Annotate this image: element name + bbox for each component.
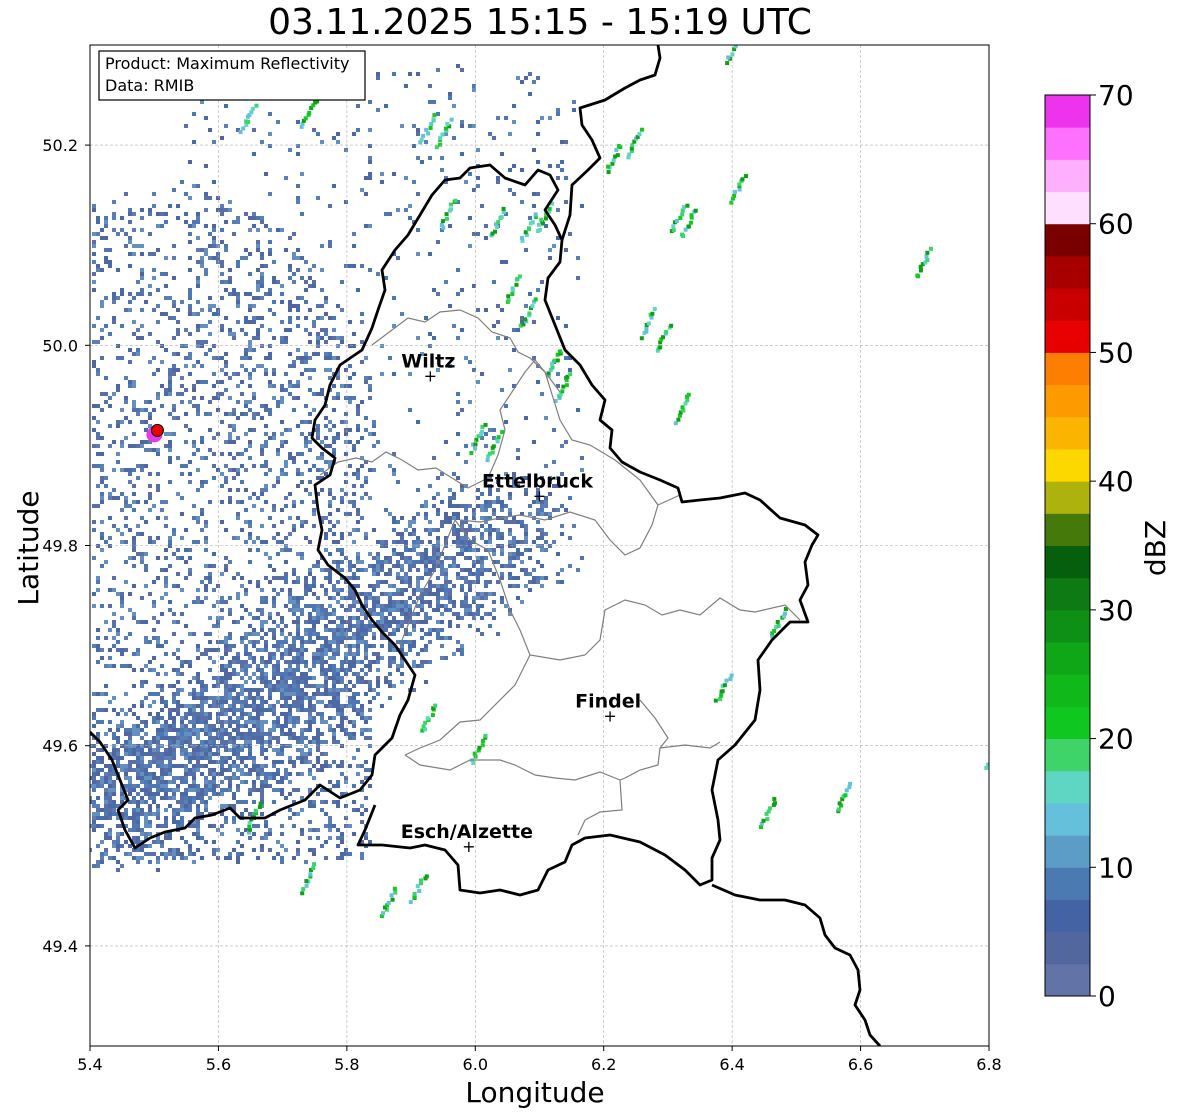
colorbar-segment [1045, 963, 1090, 997]
colorbar-segment [1045, 770, 1090, 804]
colorbar-segment [1045, 448, 1090, 482]
info-product: Product: Maximum Reflectivity [105, 54, 349, 73]
city-label: Ettelbruck [482, 470, 593, 492]
colorbar-segment [1045, 867, 1090, 900]
colorbar-tick-label: 40 [1098, 465, 1134, 498]
y-tick-label: 49.4 [42, 937, 78, 956]
colorbar-segment [1045, 931, 1090, 965]
colorbar-segment [1045, 223, 1090, 257]
colorbar-segment [1045, 159, 1090, 193]
y-tick-label: 49.6 [42, 737, 78, 756]
colorbar-segment [1045, 255, 1090, 289]
x-tick-label: 5.8 [334, 1055, 359, 1074]
x-tick-label: 6.6 [848, 1055, 873, 1074]
colorbar-segment [1045, 674, 1090, 707]
x-tick-label: 6.2 [591, 1055, 616, 1074]
colorbar-tick-label: 60 [1098, 208, 1134, 241]
y-tick-label: 49.8 [42, 537, 78, 556]
colorbar: 0 10 20 30 40 50 60 70 [1044, 79, 1134, 1013]
colorbar-segment [1045, 288, 1090, 321]
colorbar-tick-label: 0 [1098, 980, 1116, 1013]
colorbar-tick-label: 50 [1098, 336, 1134, 369]
y-axis-label: Latitude [12, 490, 45, 605]
x-tick-label: 6.0 [463, 1055, 488, 1074]
colorbar-segment [1045, 384, 1090, 418]
colorbar-segment [1045, 191, 1090, 225]
colorbar-segment [1045, 609, 1090, 643]
colorbar-tick-label: 70 [1098, 79, 1134, 112]
colorbar-segment [1045, 95, 1090, 128]
y-tick-label: 50.0 [42, 336, 78, 355]
info-box: Product: Maximum Reflectivity Data: RMIB [98, 50, 366, 101]
colorbar-tick-label: 20 [1098, 723, 1134, 756]
colorbar-segment [1045, 802, 1090, 836]
radar-map-figure: +Wiltz+Ettelbruck+Findel+Esch/Alzette Pr… [12, 44, 1172, 1109]
colorbar-segment [1045, 738, 1090, 772]
colorbar-segment [1045, 513, 1090, 546]
colorbar-segment [1045, 416, 1090, 450]
colorbar-tick-label: 30 [1098, 594, 1134, 627]
x-tick-label: 5.4 [77, 1055, 102, 1074]
x-tick-label: 6.8 [976, 1055, 1001, 1074]
colorbar-segment [1045, 481, 1090, 514]
colorbar-segment [1045, 577, 1090, 611]
city-label: Findel [575, 691, 641, 713]
colorbar-label: dBZ [1139, 520, 1172, 576]
x-axis-label: Longitude [465, 1076, 604, 1109]
radar-site-icon [150, 423, 164, 437]
colorbar-segment [1045, 545, 1090, 579]
y-tick-label: 50.2 [42, 136, 78, 155]
colorbar-segment [1045, 320, 1090, 353]
x-tick-label: 6.4 [719, 1055, 744, 1074]
colorbar-segment [1045, 352, 1090, 386]
colorbar-segment [1045, 899, 1090, 933]
city-label: Wiltz [401, 350, 455, 372]
colorbar-segment [1045, 706, 1090, 740]
colorbar-tick-label: 10 [1098, 851, 1134, 884]
x-tick-label: 5.6 [206, 1055, 231, 1074]
colorbar-segment [1045, 642, 1090, 675]
city-label: Esch/Alzette [401, 821, 533, 843]
colorbar-segment [1045, 127, 1090, 160]
colorbar-segment [1045, 835, 1090, 868]
info-data-source: Data: RMIB [105, 76, 194, 95]
